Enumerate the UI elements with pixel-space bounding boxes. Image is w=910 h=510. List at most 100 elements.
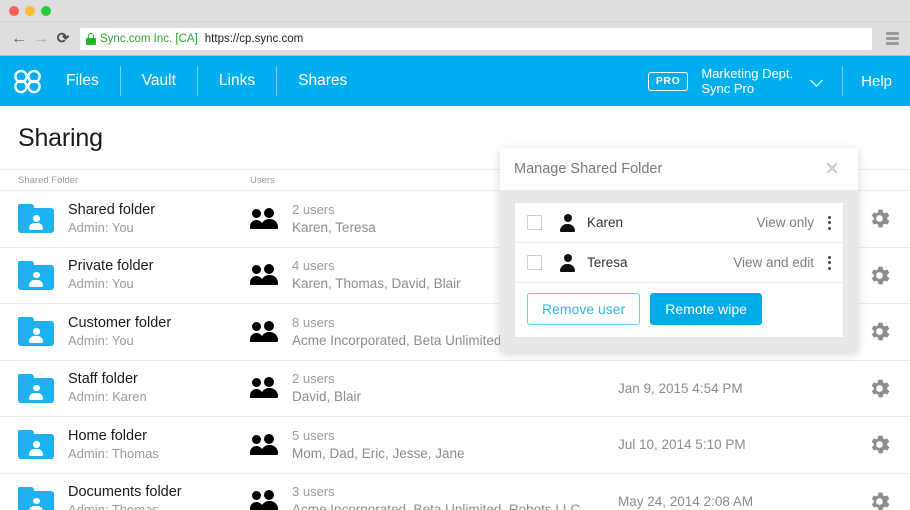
dialog-user-permission: View and edit <box>733 255 814 270</box>
sync-logo[interactable] <box>0 66 56 96</box>
dialog-user-permission: View only <box>756 215 814 230</box>
row-settings-button[interactable] <box>848 376 910 401</box>
nav-item-files[interactable]: Files <box>56 66 120 96</box>
back-arrow-icon[interactable]: ← <box>8 28 30 50</box>
manage-shared-folder-dialog: Manage Shared Folder ✕ Karen View only T… <box>500 148 858 352</box>
date-cell: Jul 10, 2014 5:10 PM <box>618 437 746 453</box>
folder-admin: Admin: Karen <box>68 389 147 405</box>
remote-wipe-button[interactable]: Remote wipe <box>650 293 762 325</box>
hamburger-menu-icon[interactable] <box>882 32 902 45</box>
dialog-actions: Remove user Remote wipe <box>515 283 843 337</box>
folder-admin: Admin: You <box>68 219 134 235</box>
users-cell: 3 users Acme Incorporated, Beta Unlimited… <box>250 483 618 510</box>
dialog-user-name: Karen <box>587 215 624 230</box>
remove-user-button[interactable]: Remove user <box>527 293 641 325</box>
shared-folder-icon <box>18 204 54 234</box>
dialog-title: Manage Shared Folder <box>514 161 663 177</box>
users-cell: 2 users David, Blair <box>250 370 618 406</box>
folder-cell: Documents folder Admin: Thomas <box>0 483 250 510</box>
user-list: David, Blair <box>292 389 362 405</box>
column-header-folder: Shared Folder <box>18 174 79 186</box>
folder-name: Documents folder <box>68 484 182 501</box>
folder-cell: Customer folder Admin: You <box>0 314 250 350</box>
users-icon <box>250 377 280 399</box>
users-icon <box>250 264 280 286</box>
user-list: Acme Incorporated, Beta Unlimited <box>292 332 502 348</box>
maximize-window-button[interactable] <box>41 6 51 16</box>
forward-arrow-icon[interactable]: → <box>30 28 52 50</box>
date-cell: May 24, 2014 2:08 AM <box>618 493 754 509</box>
dialog-user-card: Karen View only Teresa View and edit Rem… <box>514 202 844 338</box>
app-header: Files Vault Links Shares PRO Marketing D… <box>0 56 910 106</box>
user-list: Karen, Teresa <box>292 219 376 235</box>
folder-cell: Shared folder Admin: You <box>0 201 250 237</box>
site-identity-label: Sync.com Inc. [CA] <box>100 32 198 45</box>
user-checkbox[interactable] <box>527 215 542 230</box>
user-list: Mom, Dad, Eric, Jesse, Jane <box>292 445 465 461</box>
nav-item-shares[interactable]: Shares <box>276 66 368 96</box>
table-row[interactable]: Staff folder Admin: Karen 2 users David, Bl… <box>0 361 910 417</box>
user-list: Karen, Thomas, David, Blair <box>292 276 461 292</box>
window-controls <box>9 6 51 16</box>
nav-item-vault[interactable]: Vault <box>119 66 197 96</box>
folder-admin: Admin: Thomas <box>68 502 159 510</box>
shared-folder-icon <box>18 430 54 460</box>
folder-cell: Private folder Admin: You <box>0 257 250 293</box>
folder-cell: Staff folder Admin: Karen <box>0 370 250 406</box>
table-row[interactable]: Home folder Admin: Thomas 5 users Mom, Dad,… <box>0 417 910 474</box>
users-icon <box>250 320 280 343</box>
shared-folder-icon <box>18 317 54 347</box>
folder-cell: Home folder Admin: Thomas <box>0 427 250 463</box>
account-name[interactable]: Marketing Dept. Sync Pro <box>701 66 793 96</box>
row-settings-button[interactable] <box>848 432 910 457</box>
users-icon <box>250 207 280 230</box>
shared-folder-icon <box>18 486 54 510</box>
folder-name: Shared folder <box>68 201 156 218</box>
reload-icon[interactable]: ⟳ <box>52 28 74 50</box>
minimize-window-button[interactable] <box>25 6 35 16</box>
more-options-icon[interactable] <box>828 215 831 230</box>
shared-folder-icon <box>18 260 54 290</box>
table-row[interactable]: Documents folder Admin: Thomas 3 users Acme… <box>0 474 910 510</box>
dialog-user-row[interactable]: Karen View only <box>515 203 843 243</box>
folder-admin: Admin: You <box>68 332 134 348</box>
dialog-body: Karen View only Teresa View and edit Rem… <box>500 191 858 352</box>
url-text: https://cp.sync.com <box>204 32 304 45</box>
folder-name: Staff folder <box>68 371 138 388</box>
date-cell: Jan 9, 2015 4:54 PM <box>618 380 743 396</box>
user-count: 2 users <box>292 201 335 217</box>
account-org-label: Marketing Dept. <box>701 66 794 81</box>
nav-item-links[interactable]: Links <box>196 66 276 96</box>
pro-badge: PRO <box>647 71 689 91</box>
main-nav: Files Vault Links Shares <box>56 66 368 96</box>
help-link[interactable]: Help <box>843 73 910 90</box>
user-checkbox[interactable] <box>527 255 542 270</box>
folder-admin: Admin: Thomas <box>68 445 159 461</box>
address-bar[interactable]: Sync.com Inc. [CA] https://cp.sync.com <box>80 27 872 50</box>
dialog-header: Manage Shared Folder ✕ <box>500 148 858 191</box>
user-count: 2 users <box>292 371 335 387</box>
user-list: Acme Incorporated, Beta Unlimited, Robot… <box>292 502 581 510</box>
user-count: 5 users <box>292 427 335 443</box>
folder-name: Home folder <box>68 427 147 444</box>
close-window-button[interactable] <box>9 6 19 16</box>
shared-folder-icon <box>18 373 54 403</box>
browser-toolbar: ← → ⟳ Sync.com Inc. [CA] https://cp.sync… <box>0 22 910 56</box>
account-plan-label: Sync Pro <box>701 81 755 96</box>
folder-name: Private folder <box>68 258 154 275</box>
more-options-icon[interactable] <box>828 255 831 270</box>
row-settings-button[interactable] <box>848 489 910 510</box>
person-icon <box>559 214 576 232</box>
close-icon[interactable]: ✕ <box>820 158 844 181</box>
browser-titlebar <box>0 0 910 22</box>
dialog-user-name: Teresa <box>587 255 628 270</box>
users-icon <box>250 490 280 510</box>
lock-icon <box>86 32 96 45</box>
users-cell: 5 users Mom, Dad, Eric, Jesse, Jane <box>250 427 618 463</box>
person-icon <box>559 254 576 272</box>
chevron-down-icon[interactable] <box>811 75 824 88</box>
dialog-user-row[interactable]: Teresa View and edit <box>515 243 843 283</box>
user-count: 4 users <box>292 258 335 274</box>
folder-name: Customer folder <box>68 314 172 331</box>
browser-window: ← → ⟳ Sync.com Inc. [CA] https://cp.sync… <box>0 0 910 510</box>
